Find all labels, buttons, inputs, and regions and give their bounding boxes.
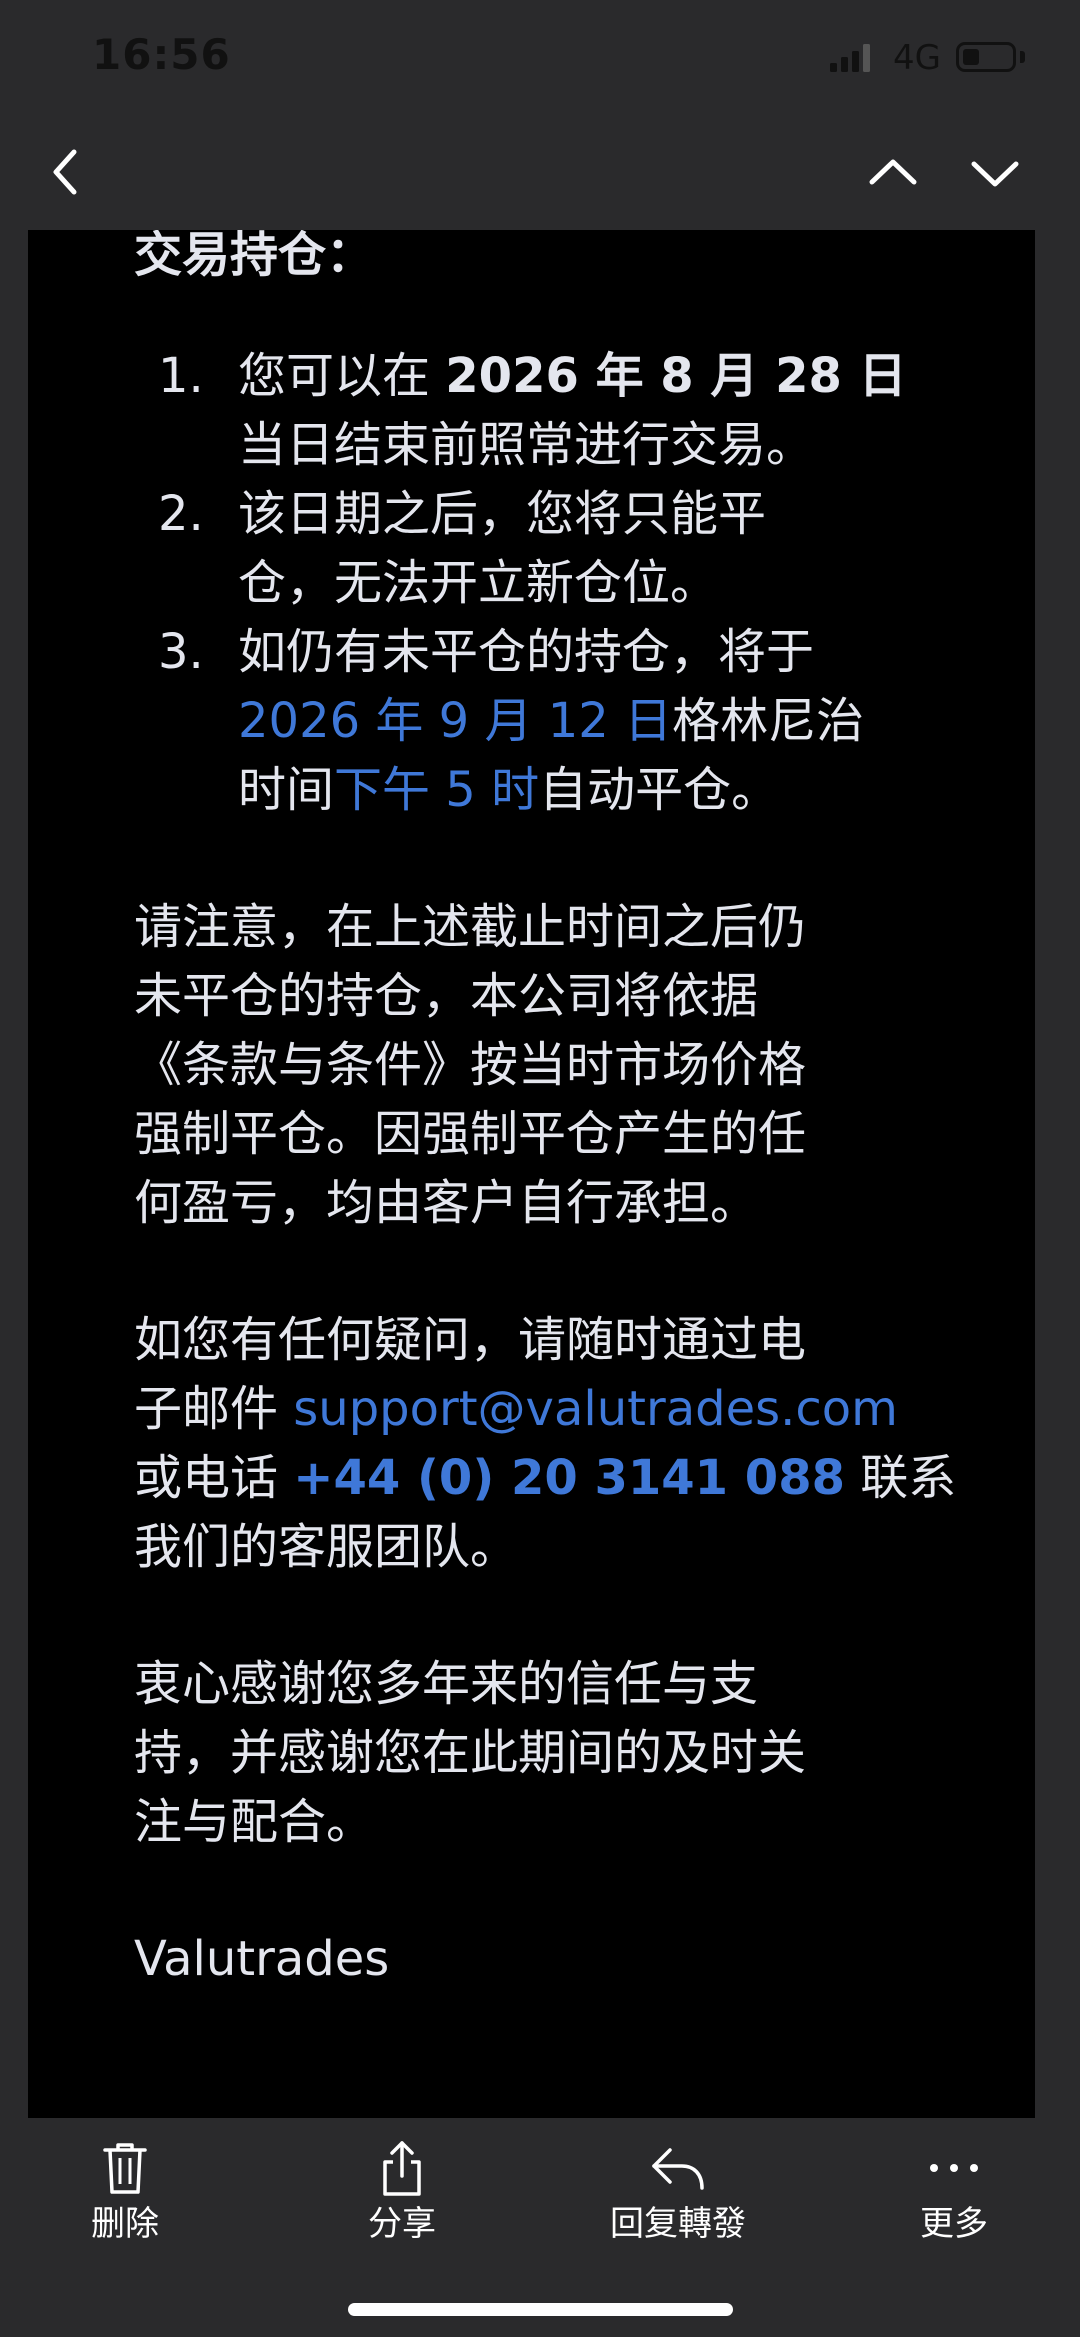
closeout-date-link[interactable]: 2026 年 9 月 12 日 [238,693,672,749]
status-time: 16:56 [92,30,231,79]
reply-icon [652,2148,704,2190]
signal-icon [830,44,870,72]
section-heading: 交易持仓： [134,230,375,283]
support-phone-link[interactable]: +44 (0) 20 3141 088 [293,1450,845,1506]
status-bar: 16:56 4G [0,0,1080,118]
home-indicator[interactable] [348,2303,733,2316]
trash-icon [103,2143,147,2194]
chevron-down-icon [971,161,1019,187]
delete-button[interactable]: 删除 [35,2138,215,2244]
share-label: 分享 [368,2204,436,2244]
back-button[interactable] [30,136,102,208]
list-item: 1. 您可以在 2026 年 8 月 28 日 当日结束前照常进行交易。 [158,348,907,473]
email-body: 交易持仓： 1. 您可以在 2026 年 8 月 28 日 当日结束前照常进行交… [134,230,974,1994]
previous-email-button[interactable] [857,136,929,208]
chevron-up-icon [869,159,917,185]
email-content: 交易持仓： 1. 您可以在 2026 年 8 月 28 日 当日结束前照常进行交… [28,230,1035,2118]
more-button[interactable]: 更多 [864,2138,1044,2244]
network-label: 4G [893,38,941,78]
signature: Valutrades [134,1931,390,1987]
more-label: 更多 [920,2204,988,2244]
list-item: 2. 该日期之后，您将只能平 仓，无法开立新仓位。 [158,486,767,611]
contact-paragraph: 如您有任何疑问，请随时通过电 子邮件 support@valutrades.co… [134,1312,957,1575]
closeout-time-link[interactable]: 下午 5 时 [334,762,539,818]
reply-label: 回复轉發 [610,2204,746,2244]
trading-deadline-date: 2026 年 8 月 28 日 [445,348,907,404]
trading-list: 1. 您可以在 2026 年 8 月 28 日 当日结束前照常进行交易。 2. … [134,342,974,825]
thanks-paragraph: 衷心感谢您多年来的信任与支 持，并感谢您在此期间的及时关 注与配合。 [134,1656,807,1850]
share-button[interactable]: 分享 [312,2138,492,2244]
support-email-link[interactable]: support@valutrades.com [293,1381,898,1437]
share-icon [383,2141,421,2196]
nav-bar [0,118,1080,230]
next-email-button[interactable] [959,136,1031,208]
delete-label: 删除 [91,2204,159,2244]
notice-paragraph: 请注意，在上述截止时间之后仍 未平仓的持仓，本公司将依据 《条款与条件》按当时市… [134,899,807,1231]
reply-button[interactable]: 回复轉發 [588,2138,768,2244]
chevron-left-icon [53,149,77,195]
battery-tip [1020,51,1025,63]
battery-icon [956,42,1016,72]
list-item: 3. 如仍有未平仓的持仓，将于 2026 年 9 月 12 日格林尼治 时间下午… [158,624,865,818]
more-icon [930,2164,978,2172]
